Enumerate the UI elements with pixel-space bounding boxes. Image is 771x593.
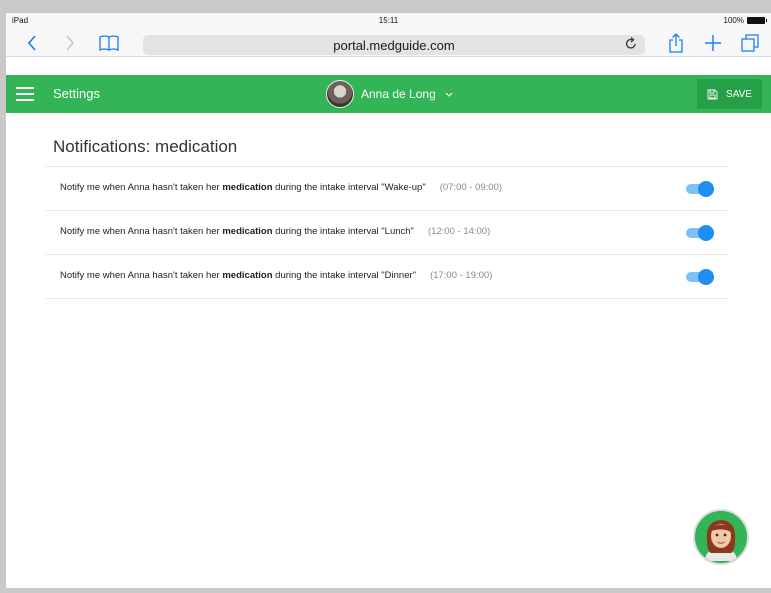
settings-content: Notifications: medication Notify me when… [6, 113, 771, 588]
toggle-dinner[interactable] [686, 269, 714, 285]
rule-time-interval: (12:00 - 14:00) [427, 226, 491, 237]
rule-description: Notify me when Anna hasn't taken her med… [60, 182, 503, 193]
rule-time-interval: (07:00 - 09:00) [439, 182, 503, 193]
toggle-wake-up[interactable] [686, 181, 714, 197]
toggle-lunch[interactable] [686, 225, 714, 241]
address-bar[interactable]: portal.medguide.com [143, 35, 645, 55]
new-tab-icon[interactable] [702, 32, 724, 54]
save-button[interactable]: SAVE [697, 79, 762, 109]
rule-description: Notify me when Anna hasn't taken her med… [60, 226, 491, 237]
share-icon[interactable] [665, 32, 687, 54]
notification-rules: Notify me when Anna hasn't taken her med… [46, 166, 728, 299]
user-switcher[interactable]: Anna de Long [326, 80, 453, 108]
menu-icon[interactable] [16, 87, 34, 101]
rule-time-interval: (17:00 - 19:00) [430, 270, 493, 281]
rule-description: Notify me when Anna hasn't taken her med… [60, 270, 493, 281]
url-text: portal.medguide.com [333, 38, 455, 53]
tabs-icon[interactable] [739, 32, 761, 54]
section-heading: Notifications: medication [53, 137, 238, 156]
clock: 15:11 [378, 16, 399, 25]
notification-rule-dinner: Notify me when Anna hasn't taken her med… [46, 255, 728, 299]
battery-icon [747, 17, 767, 24]
status-bar: iPad 15:11 100% [6, 13, 771, 29]
assistant-avatar-button[interactable] [693, 509, 749, 565]
battery-status: 100% [723, 16, 767, 25]
device-screen: iPad 15:11 100% portal.medguide.com Sett… [6, 13, 771, 588]
save-icon [707, 89, 718, 100]
assistant-face-icon [695, 511, 747, 563]
save-label: SAVE [726, 88, 752, 100]
reload-icon[interactable] [625, 37, 637, 53]
forward-arrow-icon[interactable] [59, 32, 81, 54]
back-arrow-icon[interactable] [21, 32, 43, 54]
chevron-down-icon [445, 89, 453, 99]
avatar [326, 80, 354, 108]
notification-rule-wake-up: Notify me when Anna hasn't taken her med… [46, 167, 728, 211]
notification-rule-lunch: Notify me when Anna hasn't taken her med… [46, 211, 728, 255]
page-title: Settings [53, 86, 100, 101]
app-header: Settings Anna de Long SAVE [6, 75, 771, 113]
browser-toolbar: portal.medguide.com [6, 29, 771, 57]
bookmarks-icon[interactable] [98, 32, 120, 54]
user-name: Anna de Long [361, 87, 436, 101]
battery-percent: 100% [723, 16, 744, 25]
